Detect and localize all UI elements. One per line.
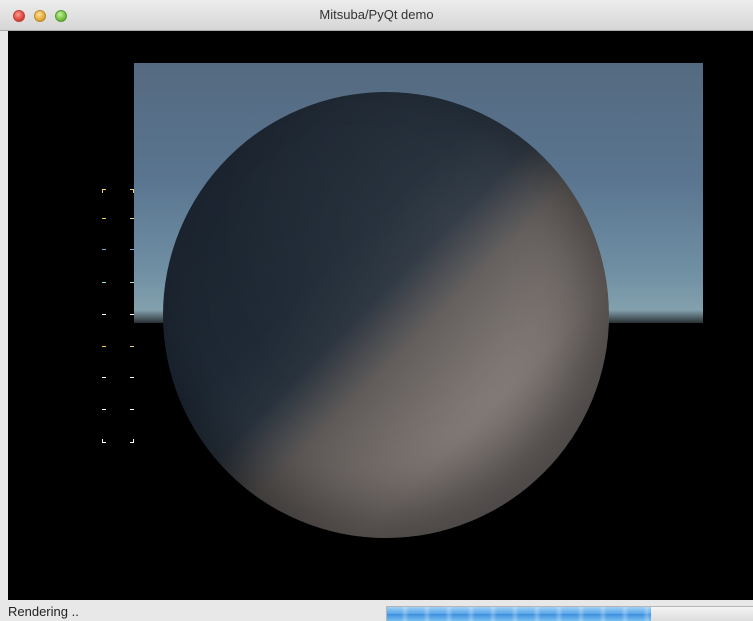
render-block-marker — [102, 377, 106, 378]
render-block-marker — [130, 377, 134, 378]
render-block-marker — [102, 314, 106, 315]
render-block-marker — [130, 249, 134, 250]
render-progress-bar — [386, 606, 753, 621]
title-bar[interactable]: Mitsuba/PyQt demo — [0, 0, 753, 31]
render-block-marker — [130, 282, 134, 283]
status-text: Rendering .. — [8, 604, 79, 619]
render-sphere — [163, 92, 609, 538]
render-block-marker — [102, 249, 106, 250]
render-block-marker — [102, 439, 106, 443]
render-block-marker — [102, 409, 106, 410]
render-block-marker — [130, 346, 134, 347]
render-canvas[interactable] — [8, 31, 753, 600]
render-block-marker — [102, 346, 106, 347]
window-title: Mitsuba/PyQt demo — [319, 7, 434, 22]
render-block-marker — [130, 189, 134, 193]
render-block-marker — [130, 314, 134, 315]
render-progress-fill — [387, 607, 651, 621]
render-block-marker — [130, 439, 134, 443]
render-block-marker — [102, 218, 106, 219]
render-block-marker — [102, 189, 106, 193]
app-window: Mitsuba/PyQt demo Rendering .. — [0, 0, 753, 621]
render-block-marker — [102, 282, 106, 283]
render-block-marker — [130, 409, 134, 410]
render-block-marker — [130, 218, 134, 219]
